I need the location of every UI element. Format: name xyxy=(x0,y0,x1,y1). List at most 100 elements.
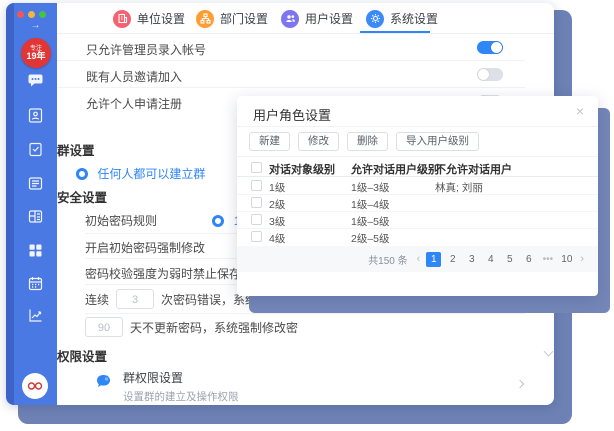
cell-level: 4级 xyxy=(269,231,285,246)
active-tab-underline xyxy=(360,31,430,33)
delete-button[interactable]: 删除 xyxy=(347,132,388,151)
media-doc-icon[interactable] xyxy=(27,208,44,225)
row-checkbox[interactable] xyxy=(251,214,262,225)
tab-label: 系统设置 xyxy=(390,10,438,27)
security-settings-header: 安全设置 xyxy=(57,187,107,206)
setting-label: 允许个人申请注册 xyxy=(86,95,182,112)
apps-grid-icon[interactable] xyxy=(27,242,44,259)
cell-level: 1级 xyxy=(269,180,285,195)
tab-label: 单位设置 xyxy=(137,10,185,27)
modal-title: 用户角色设置 xyxy=(253,105,331,124)
row-checkbox[interactable] xyxy=(251,231,262,242)
weak-password-label: 密码校验强度为弱时禁止保存 xyxy=(85,267,241,281)
window-traffic-lights xyxy=(17,11,46,18)
cell-level: 2级 xyxy=(269,197,285,212)
setting-row-invite-join: 既有人员邀请加入 xyxy=(57,61,525,88)
tab-system-settings[interactable]: 系统设置 xyxy=(366,3,438,34)
setting-label: 既有人员邀请加入 xyxy=(86,68,182,85)
contacts-icon[interactable] xyxy=(27,107,44,124)
cell-allowed: 1级–3级 xyxy=(351,180,390,195)
table-row: 4级 2级–5级 xyxy=(237,229,598,246)
screenshot-stage: → 专注 19年 xyxy=(0,0,614,431)
page-3[interactable]: 3 xyxy=(464,252,479,267)
total-count: 共150 条 xyxy=(368,252,407,267)
page-2[interactable]: 2 xyxy=(445,252,460,267)
users-icon xyxy=(281,10,299,28)
tab-unit-settings[interactable]: 单位设置 xyxy=(113,3,185,34)
building-icon xyxy=(113,10,131,28)
col-header-allowed-levels: 允许对话用户级别 xyxy=(351,161,439,177)
row-checkbox[interactable] xyxy=(251,197,262,208)
col-header-dialog-level: 对话对象级别 xyxy=(269,161,335,177)
pagination-bar: 共150 条 ‹ 1 2 3 4 5 6 ••• 10 › xyxy=(237,246,598,272)
password-rule-label: 初始密码规则 xyxy=(85,214,157,228)
tab-department-settings[interactable]: 部门设置 xyxy=(196,3,268,34)
setting-row-admin-entry: 只允许管理员录入帐号 xyxy=(57,34,525,61)
col-header-disallowed-users: 不允许对话用户 xyxy=(435,161,512,177)
modal-header-divider xyxy=(237,126,598,127)
import-user-level-button[interactable]: 导入用户级别 xyxy=(396,132,479,151)
page-1[interactable]: 1 xyxy=(426,252,441,267)
page-6[interactable]: 6 xyxy=(521,252,536,267)
user-role-settings-modal: 用户角色设置 × 新建 修改 删除 导入用户级别 对话对象级别 允许对话用户级别… xyxy=(237,96,598,296)
chat-icon[interactable] xyxy=(27,72,44,89)
expire-suffix: 天不更新密码，系统强制修改密 xyxy=(130,319,298,336)
chevron-down-icon[interactable] xyxy=(544,347,554,357)
select-all-checkbox[interactable] xyxy=(251,162,262,173)
group-settings-header: 群设置 xyxy=(57,140,95,159)
table-row: 1级 1级–3级 林真; 刘丽 xyxy=(237,178,598,195)
expire-row: 90 天不更新密码，系统强制修改密 xyxy=(85,317,298,337)
page-5[interactable]: 5 xyxy=(502,252,517,267)
table-header-row: 对话对象级别 允许对话用户级别 不允许对话用户 xyxy=(237,156,598,177)
chat-bubble-icon xyxy=(95,373,112,395)
weak-password-row: 密码校验强度为弱时禁止保存 xyxy=(85,265,241,283)
radio-anyone-create-group[interactable] xyxy=(76,168,88,180)
cell-allowed: 2级–5级 xyxy=(351,231,390,246)
new-button[interactable]: 新建 xyxy=(249,132,290,151)
tab-label: 部门设置 xyxy=(220,10,268,27)
group-permission-subtitle: 设置群的建立及操作权限 xyxy=(123,389,239,404)
radio-password-rule[interactable] xyxy=(212,215,224,227)
setting-label: 只允许管理员录入帐号 xyxy=(86,41,206,58)
cell-allowed: 1级–5级 xyxy=(351,214,390,229)
forward-arrow-icon[interactable]: → xyxy=(14,20,57,31)
toggle-admin-entry[interactable] xyxy=(477,41,503,54)
stats-chart-icon[interactable] xyxy=(27,307,44,324)
cell-allowed: 1级–4级 xyxy=(351,197,390,212)
prev-page-icon[interactable]: ‹ xyxy=(415,253,423,265)
news-icon[interactable] xyxy=(27,175,44,192)
cell-disallowed: 林真; 刘丽 xyxy=(435,180,483,195)
modal-toolbar: 新建 修改 删除 导入用户级别 xyxy=(249,132,479,151)
gear-icon xyxy=(366,10,384,28)
calendar-icon[interactable] xyxy=(27,275,44,292)
badge-text-bottom: 19年 xyxy=(26,52,45,61)
close-icon[interactable]: × xyxy=(576,103,584,119)
brand-badge: 专注 19年 xyxy=(21,38,51,68)
expire-days-input[interactable]: 90 xyxy=(85,317,123,337)
modify-button[interactable]: 修改 xyxy=(298,132,339,151)
close-window-button[interactable] xyxy=(17,11,24,18)
page-ellipsis: ••• xyxy=(540,252,555,267)
tab-label: 用户设置 xyxy=(305,10,353,27)
device-check-icon[interactable] xyxy=(27,141,44,158)
minimize-window-button[interactable] xyxy=(28,11,35,18)
top-navigation: 单位设置 部门设置 用户设置 系统设置 xyxy=(57,3,554,34)
cell-level: 3级 xyxy=(269,214,285,229)
permission-settings-header: 权限设置 xyxy=(57,346,107,365)
org-chart-icon xyxy=(196,10,214,28)
force-change-label: 开启初始密码强制修改 xyxy=(85,241,205,255)
force-change-row: 开启初始密码强制修改 xyxy=(85,239,205,257)
table-row: 2级 1级–4级 xyxy=(237,195,598,212)
next-page-icon[interactable]: › xyxy=(578,253,586,265)
lockout-prefix: 连续 xyxy=(85,291,109,308)
table-row: 3级 1级–5级 xyxy=(237,212,598,229)
page-10[interactable]: 10 xyxy=(559,252,574,267)
lockout-count-input[interactable]: 3 xyxy=(116,289,154,309)
group-permission-title: 群权限设置 xyxy=(123,369,239,386)
zoom-window-button[interactable] xyxy=(39,11,46,18)
tab-user-settings[interactable]: 用户设置 xyxy=(281,3,353,34)
row-checkbox[interactable] xyxy=(251,180,262,191)
toggle-invite-join[interactable] xyxy=(477,68,503,81)
group-permission-item[interactable]: 群权限设置 设置群的建立及操作权限 xyxy=(95,369,535,402)
page-4[interactable]: 4 xyxy=(483,252,498,267)
